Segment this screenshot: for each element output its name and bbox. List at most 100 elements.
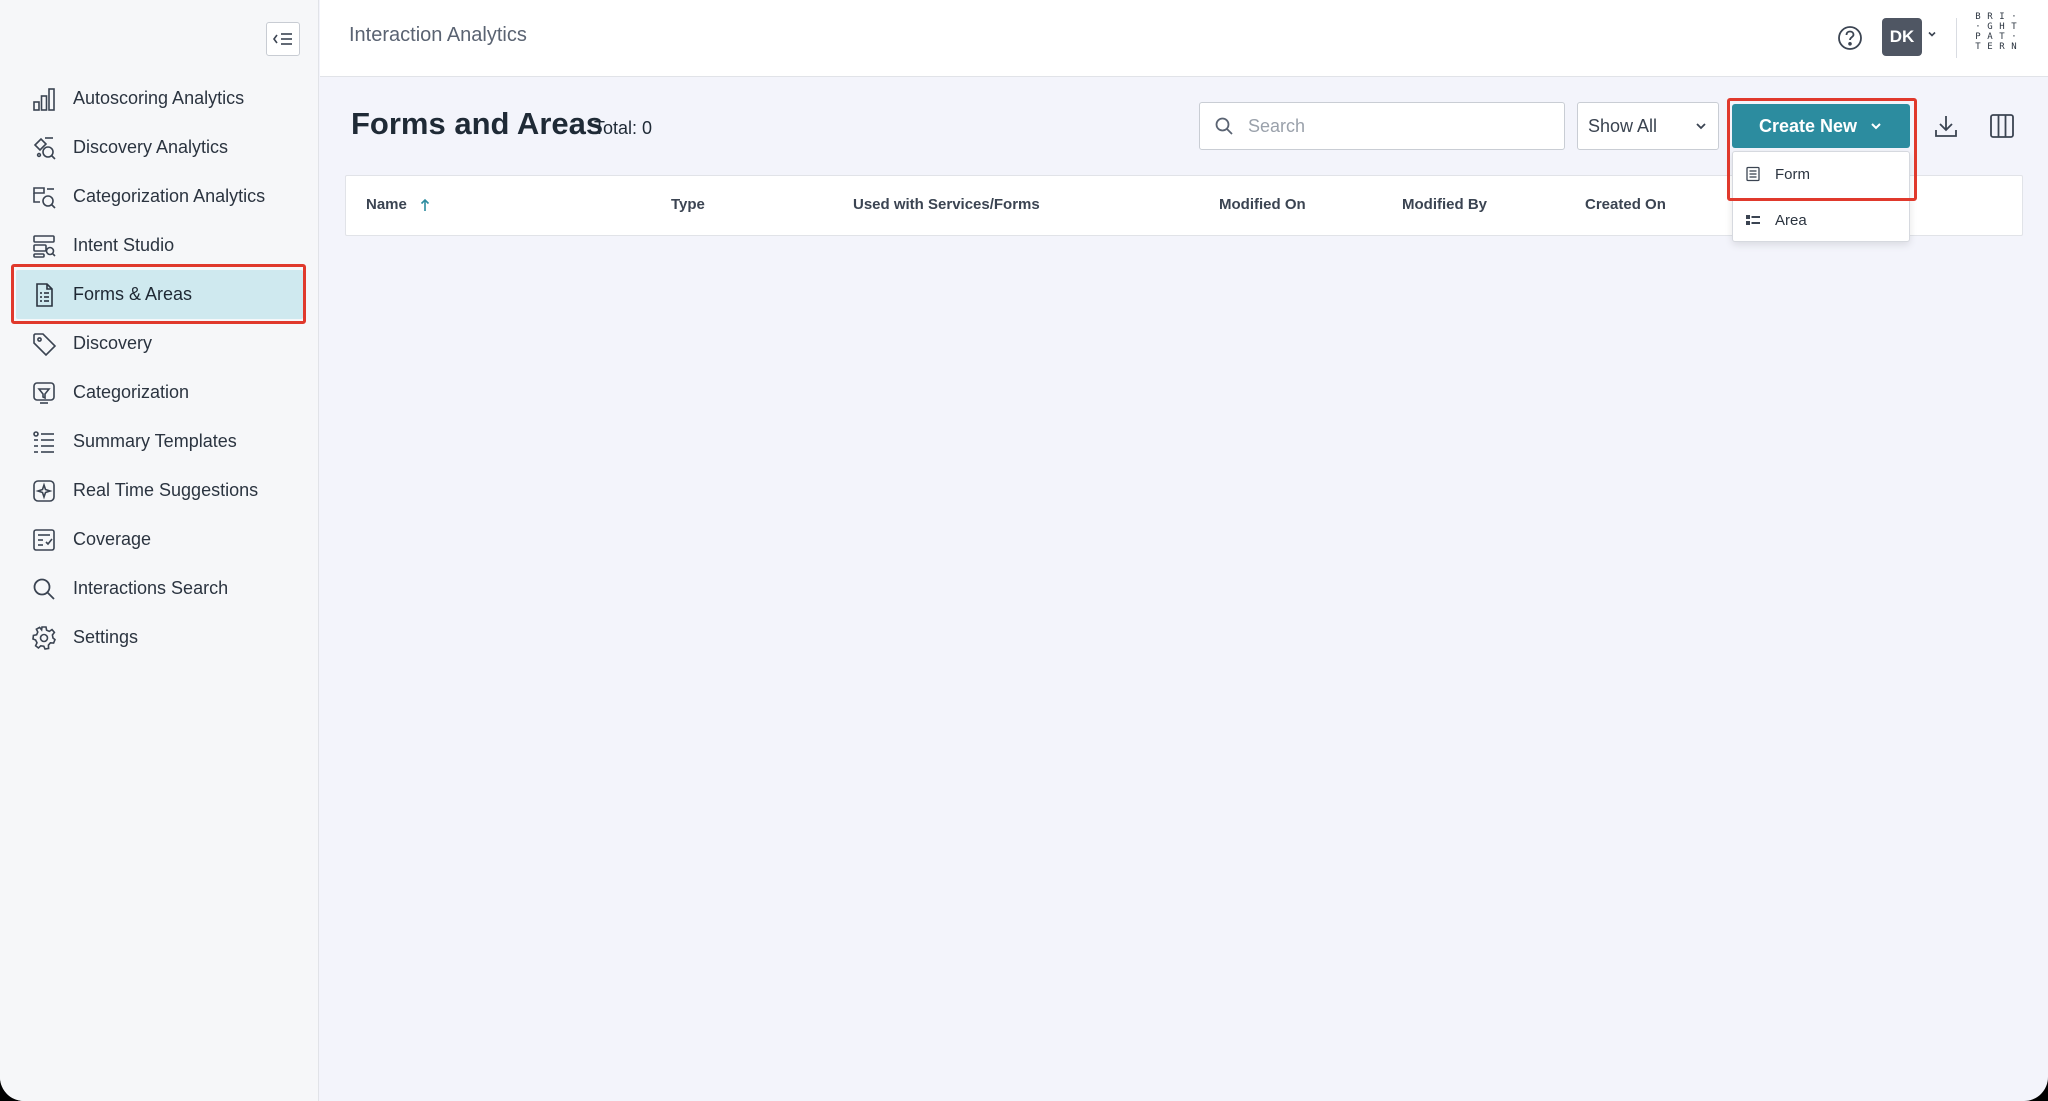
logo-letter: · — [1975, 22, 1981, 32]
logo-letter: P — [1975, 32, 1981, 42]
column-header-label: Type — [671, 196, 705, 213]
create-new-menu: Form Area — [1732, 151, 1910, 242]
search-box[interactable] — [1199, 102, 1565, 150]
form-document-icon — [30, 281, 58, 309]
sidebar-item-label: Coverage — [73, 529, 152, 549]
tag-icon — [30, 330, 58, 358]
discovery-analytics-icon — [30, 134, 58, 162]
create-new-label: Create New — [1758, 115, 1858, 136]
sidebar-item-coverage[interactable]: Coverage — [0, 515, 319, 564]
column-settings-button[interactable] — [1986, 110, 2018, 142]
create-new-button[interactable]: Create New — [1732, 104, 1910, 148]
app-title: Interaction Analytics — [349, 24, 527, 46]
page-title: Forms and Areas — [351, 106, 604, 141]
menu-item-label: Form — [1775, 165, 1810, 183]
logo-letter: T — [1975, 42, 1981, 52]
chevron-down-icon — [1696, 123, 1706, 130]
sidebar-item-label: Autoscoring Analytics — [73, 88, 245, 108]
area-list-icon — [1746, 215, 1760, 225]
sidebar-item-label: Real Time Suggestions — [73, 480, 259, 500]
download-icon — [1935, 116, 1957, 137]
column-header-name[interactable]: Name — [366, 196, 431, 213]
sidebar-item-label: Discovery — [73, 333, 153, 353]
filter-select[interactable]: Show All — [1577, 102, 1719, 150]
total-count: Total: 0 — [594, 118, 653, 138]
summary-list-icon — [30, 428, 58, 456]
menu-item-form[interactable]: Form — [1733, 152, 1909, 196]
sidebar-item-label: Interactions Search — [73, 578, 229, 598]
search-icon — [30, 575, 58, 603]
sidebar-item-label: Settings — [73, 627, 139, 647]
sidebar-item-label: Summary Templates — [73, 431, 237, 451]
column-header-modified-by[interactable]: Modified By — [1402, 196, 1487, 213]
sidebar-item-interactions-search[interactable]: Interactions Search — [0, 564, 319, 613]
categorization-analytics-icon — [30, 183, 58, 211]
categorization-icon — [30, 379, 58, 407]
column-header-label: Modified By — [1402, 196, 1487, 213]
logo-letter: G — [1987, 22, 1993, 32]
column-header-label: Created On — [1585, 196, 1666, 213]
search-input[interactable] — [1248, 115, 1538, 137]
sidebar-item-label: Intent Studio — [73, 235, 175, 255]
logo-letter: R — [1987, 12, 1993, 22]
menu-item-area[interactable]: Area — [1733, 198, 1909, 242]
column-header-used-with[interactable]: Used with Services/Forms — [853, 196, 1040, 213]
column-header-created-on[interactable]: Created On — [1585, 196, 1666, 213]
form-icon — [1746, 166, 1760, 182]
sidebar-item-real-time-suggestions[interactable]: Real Time Suggestions — [0, 466, 319, 515]
column-header-modified-on[interactable]: Modified On — [1219, 196, 1306, 213]
logo-letter: R — [1999, 42, 2005, 52]
logo-letter: N — [2011, 42, 2017, 52]
coverage-icon — [30, 526, 58, 554]
logo-letter: · — [2011, 12, 2017, 22]
logo-letter: · — [2011, 32, 2017, 42]
columns-icon — [1990, 114, 2014, 138]
sidebar-item-label: Forms & Areas — [73, 284, 193, 304]
column-header-type[interactable]: Type — [671, 196, 705, 213]
gear-icon — [30, 624, 58, 652]
logo-letter: H — [1999, 22, 2005, 32]
sidebar-item-categorization[interactable]: Categorization — [0, 368, 319, 417]
logo-letter: T — [2011, 22, 2017, 32]
sidebar: Autoscoring Analytics Discovery Analytic… — [0, 0, 319, 1101]
sort-ascending-icon — [420, 198, 429, 211]
collapse-menu-icon — [273, 33, 292, 45]
sidebar-item-intent-studio[interactable]: Intent Studio — [0, 221, 319, 270]
app-window: Autoscoring Analytics Discovery Analytic… — [0, 0, 2048, 1101]
sidebar-item-forms-and-areas[interactable]: Forms & Areas — [16, 270, 303, 319]
sidebar-nav: Autoscoring Analytics Discovery Analytic… — [0, 74, 319, 662]
sidebar-item-label: Categorization — [73, 382, 190, 402]
logo-letter: A — [1987, 32, 1993, 42]
column-header-label: Used with Services/Forms — [853, 196, 1040, 213]
top-bar: Interaction Analytics DK B R I · · G H T P A T · T E R… — [320, 0, 2048, 77]
column-header-label: Name — [366, 196, 407, 213]
sidebar-item-discovery-analytics[interactable]: Discovery Analytics — [0, 123, 319, 172]
sidebar-item-discovery[interactable]: Discovery — [0, 319, 319, 368]
search-icon — [1215, 117, 1233, 135]
help-icon — [1838, 26, 1862, 50]
chevron-down-icon — [1871, 123, 1881, 130]
help-button[interactable] — [1832, 20, 1868, 56]
brand-logo: B R I · · G H T P A T · T E R N — [1972, 12, 2028, 64]
sidebar-item-settings[interactable]: Settings — [0, 613, 319, 662]
sidebar-item-label: Categorization Analytics — [73, 186, 266, 206]
avatar[interactable]: DK — [1882, 18, 1922, 56]
column-header-label: Modified On — [1219, 196, 1306, 213]
sidebar-item-autoscoring-analytics[interactable]: Autoscoring Analytics — [0, 74, 319, 123]
sidebar-item-categorization-analytics[interactable]: Categorization Analytics — [0, 172, 319, 221]
filter-select-value: Show All — [1588, 115, 1658, 136]
bar-chart-icon — [30, 85, 58, 113]
intent-studio-icon — [30, 232, 58, 260]
logo-letter: E — [1987, 42, 1993, 52]
logo-letter: B — [1975, 12, 1981, 22]
sidebar-item-label: Discovery Analytics — [73, 137, 229, 157]
logo-letter: I — [1999, 12, 2005, 22]
sidebar-item-summary-templates[interactable]: Summary Templates — [0, 417, 319, 466]
chevron-down-icon[interactable] — [1926, 28, 1938, 40]
download-button[interactable] — [1930, 110, 1962, 142]
divider — [1956, 18, 1957, 58]
menu-item-label: Area — [1775, 211, 1807, 229]
collapse-sidebar-button[interactable] — [266, 22, 300, 56]
logo-letter: T — [1999, 32, 2005, 42]
sparkle-icon — [30, 477, 58, 505]
